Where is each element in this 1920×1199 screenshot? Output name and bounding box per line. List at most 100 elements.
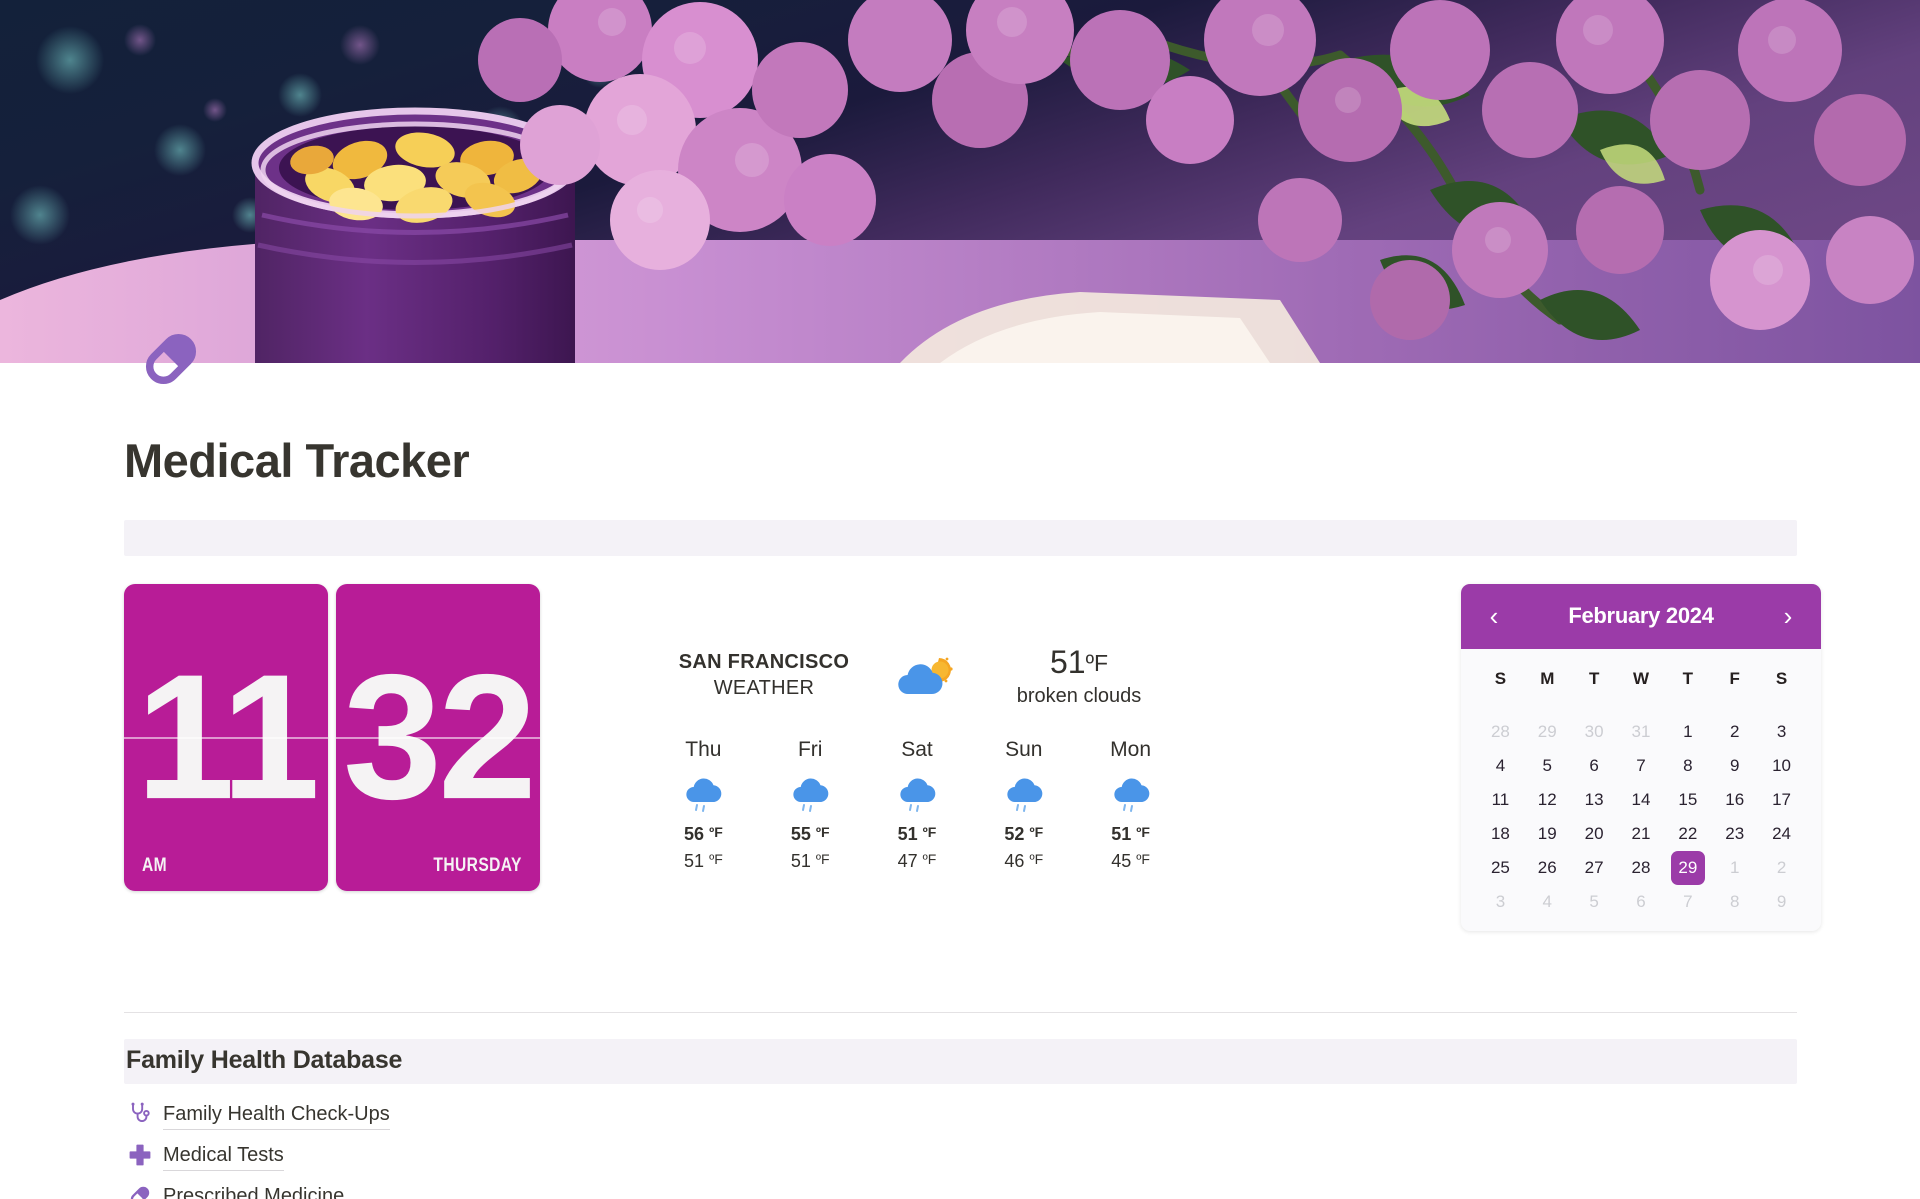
calendar-day-number: 18 bbox=[1490, 823, 1510, 843]
database-link-label: Family Health Check-Ups bbox=[163, 1099, 390, 1130]
empty-callout-block[interactable] bbox=[124, 519, 1797, 556]
calendar-day[interactable]: 28 bbox=[1618, 851, 1665, 885]
page-icon-capsule[interactable] bbox=[137, 325, 205, 393]
calendar-day-number: 29 bbox=[1670, 850, 1705, 885]
weather-temp-block: 51ºF broken clouds bbox=[984, 644, 1174, 708]
calendar-day[interactable]: 20 bbox=[1571, 817, 1618, 851]
calendar-day-number: 24 bbox=[1772, 823, 1792, 843]
forecast-day: Sat 51 ºF 47 ºF bbox=[864, 738, 971, 872]
calendar-day[interactable]: 10 bbox=[1758, 749, 1805, 783]
calendar-day[interactable]: 5 bbox=[1571, 885, 1618, 919]
calendar-day[interactable]: 31 bbox=[1618, 715, 1665, 749]
calendar-day-number: 1 bbox=[1729, 857, 1740, 877]
calendar-weekday-header: F bbox=[1729, 668, 1740, 688]
calendar-day-number: 17 bbox=[1772, 789, 1792, 809]
forecast-low: 51 ºF bbox=[757, 851, 864, 872]
calendar-prev-month-button[interactable]: ‹ bbox=[1483, 603, 1505, 629]
forecast-day: Thu 56 ºF 51 ºF bbox=[650, 738, 757, 872]
calendar-day[interactable]: 9 bbox=[1758, 885, 1805, 919]
rain-cloud-icon bbox=[793, 778, 829, 812]
weather-current: SAN FRANCISCO WEATHER 51ºF broken clouds bbox=[644, 644, 1184, 708]
forecast-low-unit: ºF bbox=[922, 850, 937, 867]
calendar-day[interactable]: 30 bbox=[1571, 715, 1618, 749]
calendar-day[interactable]: 11 bbox=[1477, 783, 1524, 817]
calendar-day-number: 2 bbox=[1776, 857, 1787, 877]
forecast-low-value: 46 bbox=[1004, 850, 1025, 871]
calendar-day[interactable]: 7 bbox=[1618, 749, 1665, 783]
calendar-day[interactable]: 3 bbox=[1758, 715, 1805, 749]
calendar-day-number: 6 bbox=[1589, 755, 1599, 775]
database-link-label: Medical Tests bbox=[163, 1140, 284, 1171]
calendar-day[interactable]: 13 bbox=[1571, 783, 1618, 817]
database-link-medical-tests[interactable]: Medical Tests bbox=[124, 1135, 1821, 1176]
forecast-low-value: 51 bbox=[790, 850, 811, 871]
database-link-label: Prescribed Medicine bbox=[163, 1181, 344, 1199]
calendar-day-number: 7 bbox=[1636, 755, 1646, 775]
calendar-weekday-header: W bbox=[1632, 668, 1650, 688]
calendar-day[interactable]: 5 bbox=[1524, 749, 1571, 783]
calendar-day-number: 25 bbox=[1490, 857, 1510, 877]
forecast-day-name: Thu bbox=[685, 737, 722, 761]
calendar-day-number: 4 bbox=[1495, 755, 1506, 775]
rain-cloud-icon bbox=[1113, 778, 1149, 812]
sun-behind-cloud-icon bbox=[898, 657, 953, 694]
calendar-day[interactable]: 22 bbox=[1664, 817, 1711, 851]
flip-clock-widget: 11 AM 32 THURSDAY bbox=[124, 583, 540, 891]
database-link-family-health-check-ups[interactable]: Family Health Check-Ups bbox=[124, 1094, 1821, 1135]
calendar-day[interactable]: 21 bbox=[1618, 817, 1665, 851]
forecast-day-name: Mon bbox=[1110, 737, 1152, 761]
calendar-day-today[interactable]: 29 bbox=[1664, 850, 1711, 885]
calendar-day[interactable]: 29 bbox=[1524, 715, 1571, 749]
weather-temp-value: 51 bbox=[1049, 643, 1086, 680]
calendar-day-number: 12 bbox=[1537, 789, 1557, 809]
calendar-day[interactable]: 15 bbox=[1664, 783, 1711, 817]
calendar-day[interactable]: 8 bbox=[1711, 885, 1758, 919]
calendar-weekday-header: M bbox=[1540, 668, 1555, 688]
calendar-day-number: 21 bbox=[1631, 823, 1651, 843]
calendar-day[interactable]: 27 bbox=[1571, 851, 1618, 885]
calendar-day[interactable]: 24 bbox=[1758, 817, 1805, 851]
calendar-day[interactable]: 6 bbox=[1618, 885, 1665, 919]
calendar-day[interactable]: 26 bbox=[1524, 851, 1571, 885]
calendar-days-grid: 28 29 30 31 1 2 3 4 5 6 7 8 9 10 11 12 13 14 15 16 17 18 19 20 2… bbox=[1461, 701, 1821, 919]
calendar-day[interactable]: 17 bbox=[1758, 783, 1805, 817]
forecast-high-value: 55 bbox=[790, 823, 811, 844]
calendar-day[interactable]: 2 bbox=[1758, 851, 1805, 885]
calendar-day[interactable]: 19 bbox=[1524, 817, 1571, 851]
calendar-day[interactable]: 16 bbox=[1711, 783, 1758, 817]
calendar-day-number: 22 bbox=[1678, 823, 1698, 843]
calendar-day-number: 3 bbox=[1495, 891, 1506, 911]
calendar-next-month-button[interactable]: › bbox=[1777, 603, 1799, 629]
forecast-high: 55 ºF bbox=[757, 824, 864, 845]
calendar-day[interactable]: 12 bbox=[1524, 783, 1571, 817]
calendar-weekday-header: T bbox=[1588, 668, 1600, 688]
calendar-day[interactable]: 4 bbox=[1524, 885, 1571, 919]
calendar-day[interactable]: 1 bbox=[1711, 851, 1758, 885]
calendar-day[interactable]: 1 bbox=[1664, 715, 1711, 749]
calendar-day-number: 28 bbox=[1490, 721, 1510, 741]
database-link-prescribed-medicine[interactable]: Prescribed Medicine bbox=[124, 1176, 1821, 1199]
calendar-day[interactable]: 18 bbox=[1477, 817, 1524, 851]
calendar-day[interactable]: 28 bbox=[1477, 715, 1524, 749]
calendar-day-number: 30 bbox=[1584, 721, 1604, 741]
calendar-day[interactable]: 9 bbox=[1711, 749, 1758, 783]
calendar-day[interactable]: 8 bbox=[1664, 749, 1711, 783]
forecast-low: 46 ºF bbox=[970, 851, 1077, 872]
calendar-day-number: 6 bbox=[1636, 891, 1646, 911]
calendar-day[interactable]: 3 bbox=[1477, 885, 1524, 919]
calendar-day[interactable]: 14 bbox=[1618, 783, 1665, 817]
calendar-day-number: 5 bbox=[1542, 755, 1552, 775]
forecast-low-unit: ºF bbox=[815, 850, 830, 867]
calendar-day[interactable]: 7 bbox=[1664, 885, 1711, 919]
calendar-day[interactable]: 25 bbox=[1477, 851, 1524, 885]
calendar-day[interactable]: 4 bbox=[1477, 749, 1524, 783]
calendar-day-number: 8 bbox=[1683, 755, 1693, 775]
calendar-day-number: 7 bbox=[1683, 891, 1693, 911]
calendar-day[interactable]: 2 bbox=[1711, 715, 1758, 749]
calendar-day[interactable]: 23 bbox=[1711, 817, 1758, 851]
calendar-day[interactable]: 6 bbox=[1571, 749, 1618, 783]
calendar-day-number: 10 bbox=[1772, 755, 1792, 775]
calendar-day-number: 1 bbox=[1683, 721, 1693, 741]
forecast-day: Sun 52 ºF 46 ºF bbox=[970, 738, 1077, 872]
forecast-low: 45 ºF bbox=[1077, 851, 1184, 872]
